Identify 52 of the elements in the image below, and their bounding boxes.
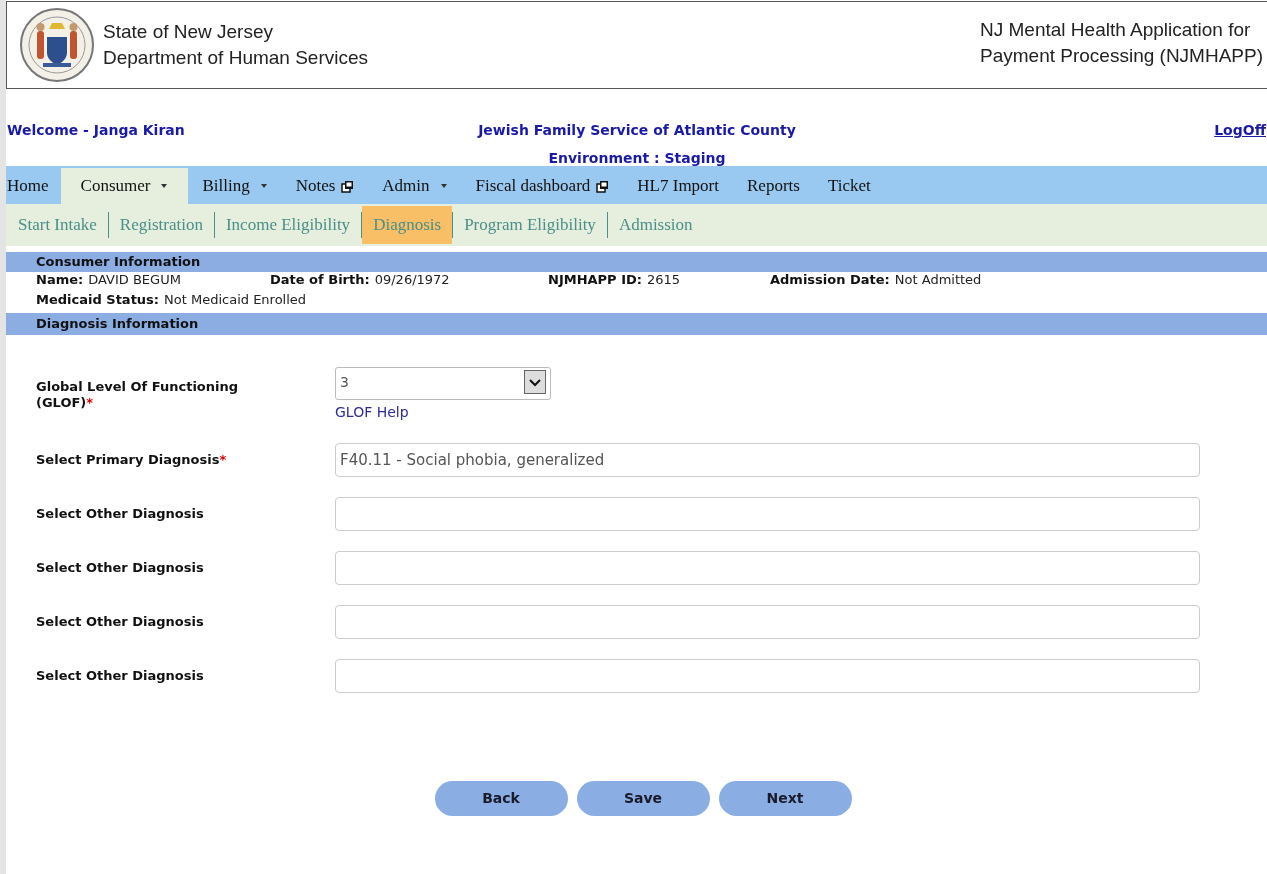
environment-label: Environment : Staging: [548, 149, 726, 168]
diagnosis-field[interactable]: F40.11 - Social phobia, generalized: [335, 443, 1200, 477]
info-value: 2615: [647, 271, 681, 289]
section-title: Consumer Information: [36, 254, 201, 269]
caret-icon: [259, 183, 268, 189]
new-window-icon: [341, 179, 355, 193]
application-name: NJ Mental Health Application for: [980, 18, 1252, 42]
glof-select[interactable]: 3: [335, 367, 551, 400]
application-name: Payment Processing (NJMHAPP): [980, 44, 1263, 68]
glof-help-link[interactable]: GLOF Help: [335, 402, 551, 423]
menu-item[interactable]: Reports: [733, 168, 814, 204]
diagnosis-field[interactable]: [335, 497, 1200, 531]
welcome-text: Welcome - Janga Kiran: [7, 122, 185, 138]
diagnosis-field[interactable]: [335, 551, 1200, 585]
chevron-down-icon: [524, 370, 546, 394]
info-value: Not Medicaid Enrolled: [164, 290, 307, 309]
menu-item[interactable]: HL7 Import: [623, 168, 733, 204]
organization-name: State of New Jersey: [103, 20, 275, 44]
organization-name: Department of Human Services: [103, 46, 369, 70]
info-label: Name:: [36, 271, 84, 289]
caret-icon: [439, 183, 448, 189]
info-value: DAVID BEGUM: [88, 271, 181, 289]
form-button[interactable]: Save: [576, 781, 710, 816]
logoff-link[interactable]: LogOff: [1214, 119, 1266, 141]
form-button[interactable]: Next: [718, 781, 852, 816]
info-value: 09/26/1972: [374, 271, 450, 289]
section-title: Diagnosis Information: [36, 316, 199, 331]
field-label: Select Other Diagnosis: [36, 613, 204, 632]
menu-item[interactable]: Home: [6, 168, 61, 204]
menu-item[interactable]: Consumer: [60, 168, 189, 204]
menu-item[interactable]: Fiscal dashboard: [461, 168, 624, 204]
field-label: Select Other Diagnosis: [36, 505, 204, 524]
info-label: Admission Date:: [770, 271, 890, 289]
info-label: Medicaid Status:: [36, 290, 160, 309]
field-label: Select Primary Diagnosis*: [36, 451, 227, 470]
menu-item[interactable]: Notes: [281, 168, 369, 204]
form-button[interactable]: Back: [434, 781, 568, 816]
state-seal-icon: [19, 7, 95, 83]
menu-item[interactable]: Admin: [368, 168, 462, 204]
field-label: Select Other Diagnosis: [36, 667, 204, 686]
menu-item[interactable]: Ticket: [813, 168, 885, 204]
menu-item[interactable]: Billing: [188, 168, 282, 204]
agency-name: Jewish Family Service of Atlantic County: [478, 121, 796, 140]
info-label: Date of Birth:: [270, 271, 370, 289]
info-value: Not Admitted: [894, 271, 982, 289]
diagnosis-field[interactable]: [335, 659, 1200, 693]
diagnosis-field[interactable]: [335, 605, 1200, 639]
info-label: NJMHAPP ID:: [548, 271, 642, 289]
field-label: Select Other Diagnosis: [36, 559, 204, 578]
caret-icon: [160, 183, 169, 189]
field-label: Global Level Of Functioning (GLOF)*: [36, 379, 240, 411]
new-window-icon: [596, 179, 610, 193]
